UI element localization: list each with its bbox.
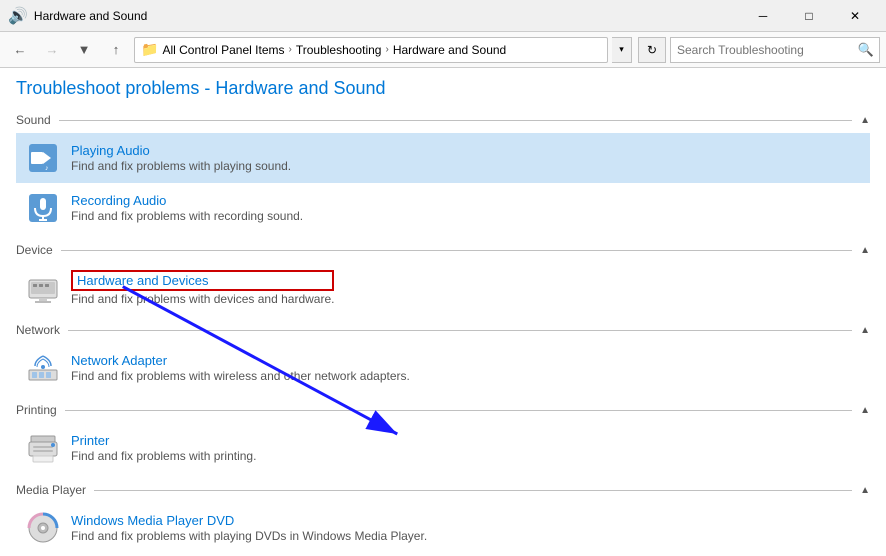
title-bar-text: Hardware and Sound <box>34 9 740 23</box>
section-device-line <box>61 250 852 251</box>
wmp-dvd-icon <box>25 510 61 546</box>
address-path: 📁 All Control Panel Items › Troubleshoot… <box>134 37 608 63</box>
path-troubleshooting[interactable]: Troubleshooting <box>296 43 382 57</box>
playing-audio-icon: ♪ <box>25 140 61 176</box>
forward-button[interactable]: → <box>38 36 66 64</box>
item-hardware-devices[interactable]: Hardware and Devices Find and fix proble… <box>16 263 870 313</box>
hardware-devices-text: Hardware and Devices Find and fix proble… <box>71 270 334 306</box>
recording-audio-desc: Find and fix problems with recording sou… <box>71 209 303 223</box>
hardware-devices-title: Hardware and Devices <box>71 270 334 291</box>
section-network-line <box>68 330 852 331</box>
item-recording-audio[interactable]: Recording Audio Find and fix problems wi… <box>16 183 870 233</box>
network-adapter-icon <box>25 350 61 386</box>
playing-audio-text: Playing Audio Find and fix problems with… <box>71 143 291 173</box>
svg-text:♪: ♪ <box>45 165 49 172</box>
recording-audio-icon <box>25 190 61 226</box>
playing-audio-title: Playing Audio <box>71 143 291 158</box>
section-media-player-label: Media Player <box>16 483 86 497</box>
page-title: Troubleshoot problems - Hardware and Sou… <box>16 78 870 99</box>
section-media-player-header: Media Player ▲ <box>16 483 870 497</box>
window-icon: 🔊 <box>8 6 28 26</box>
search-button[interactable]: 🔍 <box>853 38 879 62</box>
search-box: 🔍 <box>670 37 880 63</box>
section-printing: Printing ▲ Printer Find and fix problems… <box>16 403 870 473</box>
section-device-chevron[interactable]: ▲ <box>860 245 870 256</box>
printer-desc: Find and fix problems with printing. <box>71 449 256 463</box>
section-network-header: Network ▲ <box>16 323 870 337</box>
network-adapter-text: Network Adapter Find and fix problems wi… <box>71 353 410 383</box>
recording-audio-title: Recording Audio <box>71 193 303 208</box>
wmp-dvd-desc: Find and fix problems with playing DVDs … <box>71 529 427 543</box>
close-button[interactable]: ✕ <box>832 0 878 32</box>
section-network-label: Network <box>16 323 60 337</box>
section-sound-chevron[interactable]: ▲ <box>860 115 870 126</box>
section-sound-header: Sound ▲ <box>16 113 870 127</box>
section-sound-label: Sound <box>16 113 51 127</box>
wmp-dvd-text: Windows Media Player DVD Find and fix pr… <box>71 513 427 543</box>
address-dropdown[interactable]: ▾ <box>612 37 632 63</box>
playing-audio-desc: Find and fix problems with playing sound… <box>71 159 291 173</box>
item-playing-audio[interactable]: ♪ Playing Audio Find and fix problems wi… <box>16 133 870 183</box>
search-input[interactable] <box>671 43 853 57</box>
hardware-devices-icon <box>25 270 61 306</box>
item-printer[interactable]: Printer Find and fix problems with print… <box>16 423 870 473</box>
section-device: Device ▲ Hardware and Devices Find and f… <box>16 243 870 313</box>
path-sep-1: › <box>289 44 292 55</box>
content-area: Troubleshoot problems - Hardware and Sou… <box>0 68 886 556</box>
address-bar: ← → ▼ ↑ 📁 All Control Panel Items › Trou… <box>0 32 886 68</box>
section-media-player: Media Player ▲ Windows Media Player DVD … <box>16 483 870 553</box>
section-sound: Sound ▲ ♪ Playing Audio Find and fix pro… <box>16 113 870 233</box>
section-media-player-chevron[interactable]: ▲ <box>860 485 870 496</box>
printer-title: Printer <box>71 433 256 448</box>
item-wmp-dvd[interactable]: Windows Media Player DVD Find and fix pr… <box>16 503 870 553</box>
minimize-button[interactable]: ─ <box>740 0 786 32</box>
path-icon: 📁 <box>141 41 158 58</box>
up-button[interactable]: ↑ <box>102 36 130 64</box>
hardware-devices-desc: Find and fix problems with devices and h… <box>71 292 334 306</box>
refresh-button[interactable]: ↻ <box>638 37 666 63</box>
section-network-chevron[interactable]: ▲ <box>860 325 870 336</box>
network-adapter-desc: Find and fix problems with wireless and … <box>71 369 410 383</box>
section-sound-line <box>59 120 852 121</box>
title-bar: 🔊 Hardware and Sound ─ □ ✕ <box>0 0 886 32</box>
item-network-adapter[interactable]: Network Adapter Find and fix problems wi… <box>16 343 870 393</box>
path-sep-2: › <box>385 44 388 55</box>
section-printing-line <box>65 410 852 411</box>
recent-locations-button[interactable]: ▼ <box>70 36 98 64</box>
window-controls: ─ □ ✕ <box>740 0 878 32</box>
section-device-header: Device ▲ <box>16 243 870 257</box>
section-media-player-line <box>94 490 852 491</box>
section-printing-header: Printing ▲ <box>16 403 870 417</box>
network-adapter-title: Network Adapter <box>71 353 410 368</box>
section-device-label: Device <box>16 243 53 257</box>
path-current[interactable]: Hardware and Sound <box>393 43 506 57</box>
wmp-dvd-title: Windows Media Player DVD <box>71 513 427 528</box>
printer-icon <box>25 430 61 466</box>
printer-text: Printer Find and fix problems with print… <box>71 433 256 463</box>
section-printing-chevron[interactable]: ▲ <box>860 405 870 416</box>
section-network: Network ▲ Network Adapter <box>16 323 870 393</box>
path-control-panel[interactable]: All Control Panel Items <box>162 43 284 57</box>
recording-audio-text: Recording Audio Find and fix problems wi… <box>71 193 303 223</box>
section-printing-label: Printing <box>16 403 57 417</box>
back-button[interactable]: ← <box>6 36 34 64</box>
maximize-button[interactable]: □ <box>786 0 832 32</box>
